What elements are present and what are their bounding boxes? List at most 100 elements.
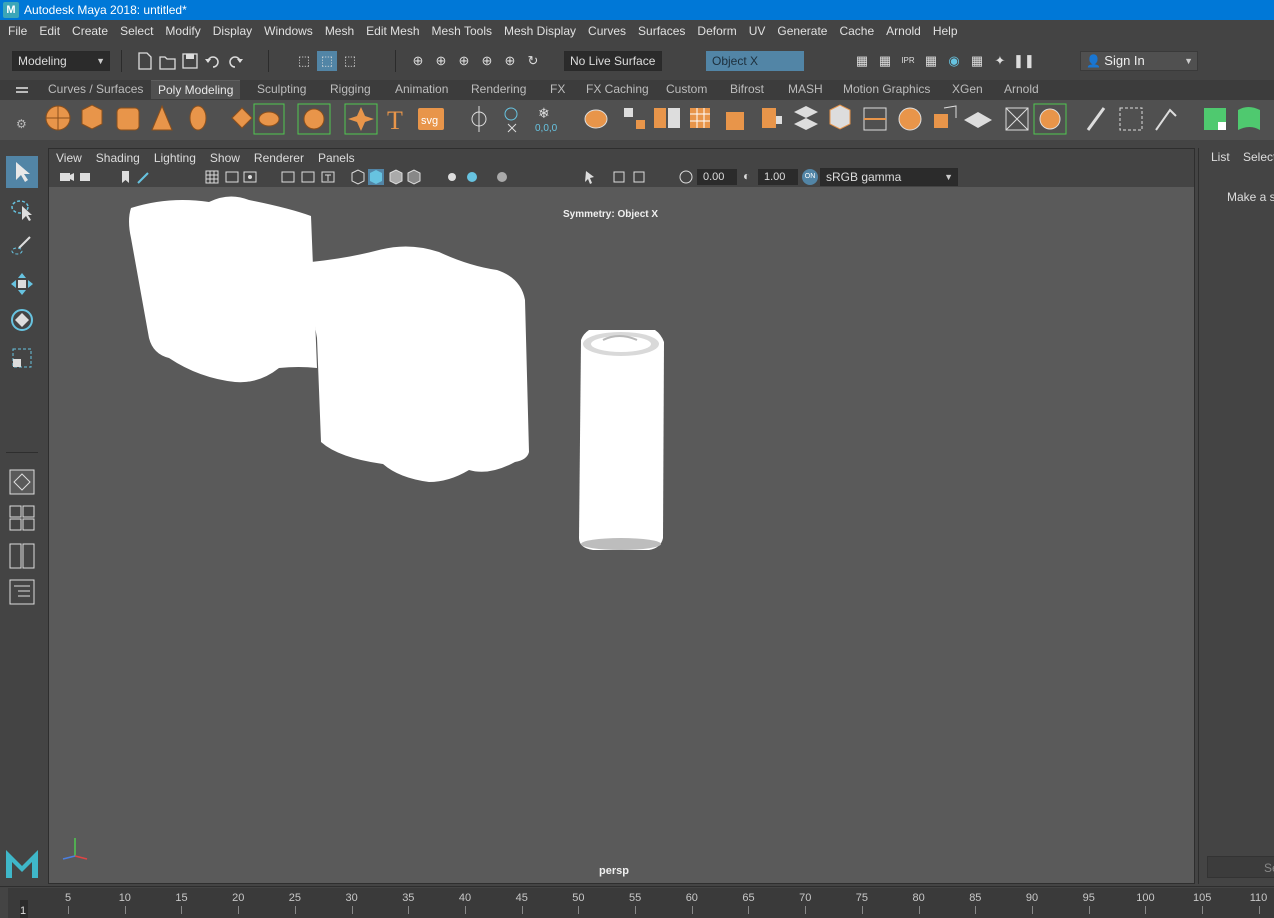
- safe-title-icon[interactable]: [301, 171, 315, 183]
- vp-menu-panels[interactable]: Panels: [311, 151, 362, 165]
- vp-menu-lighting[interactable]: Lighting: [147, 151, 203, 165]
- cloth-object-center[interactable]: [310, 246, 529, 482]
- tab-rigging[interactable]: Rigging: [323, 80, 378, 99]
- menu-arnold[interactable]: Arnold: [880, 24, 927, 38]
- menu-mesh[interactable]: Mesh: [319, 24, 360, 38]
- menu-edit[interactable]: Edit: [33, 24, 66, 38]
- wireframe-icon[interactable]: [351, 169, 365, 185]
- menu-generate[interactable]: Generate: [771, 24, 833, 38]
- quad-draw-icon[interactable]: [964, 112, 992, 128]
- combine-icon[interactable]: [584, 109, 608, 129]
- tab-curves-surfaces[interactable]: Curves / Surfaces: [41, 80, 150, 99]
- insert-edge-loop-icon[interactable]: [863, 107, 887, 131]
- lasso-tool-button[interactable]: [6, 194, 38, 226]
- select-by-component-icon[interactable]: ⬚: [340, 51, 360, 71]
- extrude-icon[interactable]: [762, 108, 782, 128]
- super-shape-icon[interactable]: [344, 103, 378, 135]
- exposure-icon[interactable]: [679, 170, 693, 184]
- svg-tool-icon[interactable]: svg: [418, 108, 444, 130]
- scale-tool-button[interactable]: [6, 342, 38, 374]
- modeling-toolkit-icon[interactable]: [504, 107, 518, 133]
- separate-icon[interactable]: [624, 108, 645, 129]
- tab-motion-graphics[interactable]: Motion Graphics: [836, 80, 937, 99]
- field-chart-icon[interactable]: [321, 171, 335, 183]
- menu-mesh-tools[interactable]: Mesh Tools: [426, 24, 498, 38]
- hypershade-icon[interactable]: ◉: [944, 51, 964, 71]
- outliner-layout-button[interactable]: [6, 576, 38, 608]
- tab-bifrost[interactable]: Bifrost: [723, 80, 771, 99]
- menu-display[interactable]: Display: [207, 24, 258, 38]
- select-by-hierarchy-icon[interactable]: ⬚: [294, 51, 314, 71]
- tab-xgen[interactable]: XGen: [945, 80, 990, 99]
- panel-tab-select[interactable]: Select: [1243, 150, 1274, 164]
- frame-selected-icon[interactable]: [633, 171, 645, 183]
- exposure-field[interactable]: 0.00: [697, 169, 737, 185]
- sculpt-tool-icon[interactable]: [1086, 107, 1106, 131]
- tab-fx-caching[interactable]: FX Caching: [579, 80, 656, 99]
- xray-icon[interactable]: [497, 172, 507, 182]
- undo-icon[interactable]: [205, 56, 219, 68]
- sweep-mesh-icon[interactable]: [471, 106, 487, 132]
- tab-mash[interactable]: MASH: [781, 80, 830, 99]
- grid-toggle-icon[interactable]: [205, 170, 219, 184]
- two-pane-layout-button[interactable]: [6, 540, 38, 572]
- sew-uv-icon[interactable]: [1155, 108, 1177, 131]
- panel-search-field[interactable]: Se: [1207, 856, 1274, 878]
- tab-animation[interactable]: Animation: [388, 80, 455, 99]
- live-surface-field[interactable]: No Live Surface: [564, 51, 662, 71]
- shadows-icon[interactable]: [467, 172, 477, 182]
- shelf-menu-icon[interactable]: [16, 87, 28, 89]
- film-gate-icon[interactable]: [225, 171, 239, 183]
- tab-poly-modeling[interactable]: Poly Modeling: [151, 80, 241, 99]
- menu-create[interactable]: Create: [66, 24, 114, 38]
- poly-torus-icon[interactable]: [189, 105, 207, 131]
- menu-surfaces[interactable]: Surfaces: [632, 24, 691, 38]
- soda-can-object[interactable]: [579, 330, 664, 550]
- vp-menu-show[interactable]: Show: [203, 151, 247, 165]
- menu-file[interactable]: File: [2, 24, 33, 38]
- render-settings-icon[interactable]: ▦: [921, 51, 941, 71]
- scene-view[interactable]: [49, 188, 1194, 883]
- use-all-lights-icon[interactable]: [448, 173, 456, 181]
- symmetry-dropdown[interactable]: Object X: [706, 51, 804, 71]
- poly-disc-icon[interactable]: [253, 103, 285, 135]
- four-pane-layout-button[interactable]: [6, 502, 38, 534]
- bridge-icon[interactable]: [794, 106, 818, 130]
- render-current-frame-icon[interactable]: ▦: [875, 51, 895, 71]
- snap-surface-icon[interactable]: ⊕: [500, 51, 520, 71]
- menu-cache[interactable]: Cache: [833, 24, 880, 38]
- ipr-render-icon[interactable]: IPR: [898, 51, 918, 71]
- menu-curves[interactable]: Curves: [582, 24, 632, 38]
- bevel-icon[interactable]: [829, 104, 851, 130]
- smooth-icon[interactable]: [690, 108, 710, 128]
- panel-tab-list[interactable]: List: [1211, 150, 1230, 164]
- select-tool-button[interactable]: [6, 156, 38, 188]
- sign-in-button[interactable]: 👤 Sign In ▼: [1080, 51, 1198, 71]
- smooth-shade-icon[interactable]: [368, 169, 384, 185]
- uv-map-icon[interactable]: [1033, 103, 1067, 135]
- wireframe-on-shaded-icon[interactable]: [389, 169, 403, 185]
- frame-all-icon[interactable]: [613, 171, 625, 183]
- menu-deform[interactable]: Deform: [691, 24, 742, 38]
- multi-cut-icon[interactable]: [898, 107, 922, 131]
- menu-uv[interactable]: UV: [743, 24, 772, 38]
- camera-attributes-icon[interactable]: [80, 173, 90, 181]
- texture-editor-icon[interactable]: [1204, 108, 1226, 130]
- poly-cylinder-icon[interactable]: [116, 107, 140, 131]
- menu-help[interactable]: Help: [927, 24, 964, 38]
- poly-cube-icon[interactable]: [81, 104, 103, 130]
- camera-select-icon[interactable]: [60, 173, 74, 181]
- color-space-dropdown[interactable]: sRGB gamma ▼: [820, 168, 958, 186]
- open-scene-icon[interactable]: [159, 56, 176, 70]
- select-by-object-icon[interactable]: ⬚: [317, 51, 337, 71]
- tab-fx[interactable]: FX: [543, 80, 572, 99]
- vp-menu-renderer[interactable]: Renderer: [247, 151, 311, 165]
- planar-map-icon[interactable]: [1238, 107, 1260, 130]
- target-weld-icon[interactable]: [934, 105, 957, 128]
- vp-menu-view[interactable]: View: [49, 151, 89, 165]
- arnold-render-view-icon[interactable]: ▦: [967, 51, 987, 71]
- gamma-field[interactable]: 1.00: [758, 169, 798, 185]
- bookmark-icon[interactable]: [122, 171, 129, 183]
- tab-arnold[interactable]: Arnold: [997, 80, 1046, 99]
- tab-custom[interactable]: Custom: [659, 80, 714, 99]
